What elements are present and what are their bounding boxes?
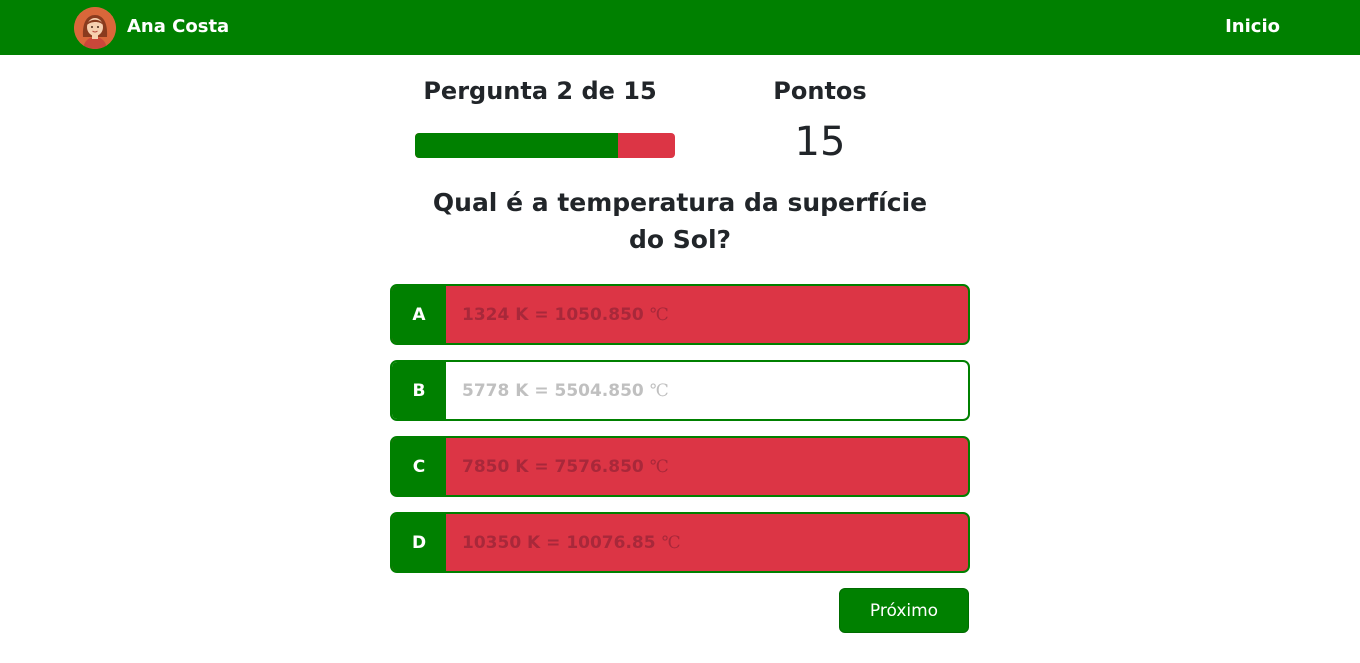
- progress-bar: [415, 133, 675, 158]
- user-avatar[interactable]: [74, 7, 116, 49]
- answer-option-d[interactable]: D 10350 K = 10076.85 ℃: [390, 512, 970, 573]
- question-counter: Pergunta 2 de 15: [423, 77, 657, 105]
- answer-option-c[interactable]: C 7850 K = 7576.850 ℃: [390, 436, 970, 497]
- progress-bar-fill: [415, 133, 618, 158]
- option-letter: A: [392, 286, 446, 343]
- option-text: 5778 K = 5504.850: [462, 380, 644, 401]
- option-text: 1324 K = 1050.850: [462, 304, 644, 325]
- option-letter: B: [392, 362, 446, 419]
- question-text: Qual é a temperatura da superfície do So…: [432, 188, 928, 254]
- top-navbar: Ana Costa Inicio: [0, 0, 1360, 55]
- answer-option-a[interactable]: A 1324 K = 1050.850 ℃: [390, 284, 970, 345]
- celsius-unit: ℃: [649, 456, 669, 477]
- celsius-unit: ℃: [649, 380, 669, 401]
- home-link[interactable]: Inicio: [1225, 16, 1280, 38]
- option-text: 7850 K = 7576.850: [462, 456, 644, 477]
- score-value: 15: [794, 119, 846, 165]
- option-letter: D: [392, 514, 446, 571]
- user-name: Ana Costa: [127, 16, 230, 37]
- answer-option-b[interactable]: B 5778 K = 5504.850 ℃: [390, 360, 970, 421]
- next-button[interactable]: Próximo: [839, 588, 969, 633]
- celsius-unit: ℃: [649, 304, 669, 325]
- celsius-unit: ℃: [661, 532, 681, 553]
- option-text: 10350 K = 10076.85: [462, 532, 656, 553]
- option-letter: C: [392, 438, 446, 495]
- score-label: Pontos: [773, 77, 867, 105]
- woman-avatar-icon: [74, 7, 116, 49]
